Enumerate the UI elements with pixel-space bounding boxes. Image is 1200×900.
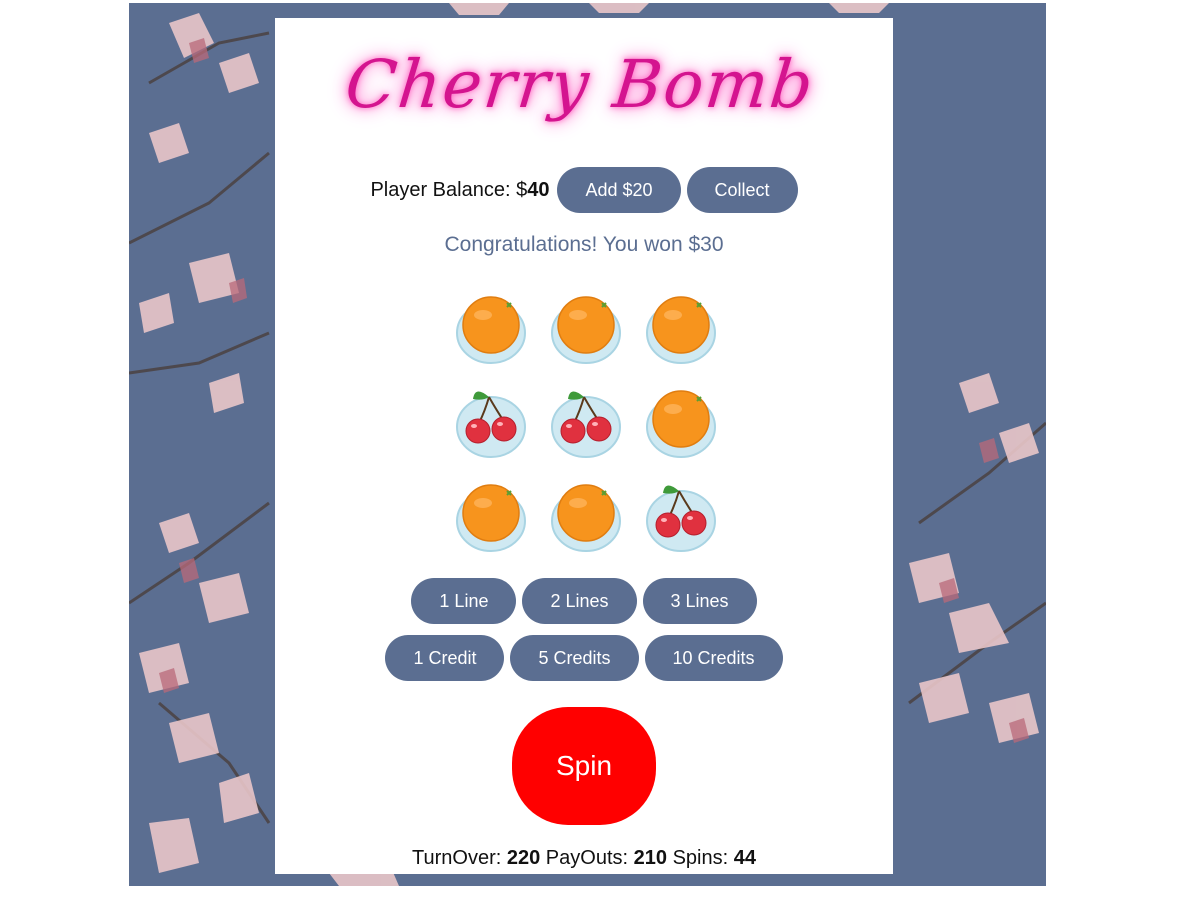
lines-1-button[interactable]: 1 Line (411, 578, 517, 624)
credits-selector: 1 Credit 5 Credits 10 Credits (275, 635, 893, 681)
orange-icon (445, 471, 537, 563)
orange-icon (635, 283, 727, 375)
spins-value: 44 (733, 847, 756, 869)
logo: Cherry Bomb (275, 46, 893, 156)
spin-button[interactable]: Spin (512, 707, 656, 825)
turnover-label: TurnOver: (412, 847, 502, 869)
player-balance-amount: 40 (527, 178, 550, 201)
collect-button[interactable]: Collect (686, 167, 798, 213)
cherry-icon (445, 377, 537, 469)
spins-label: Spins: (672, 847, 729, 869)
credits-5-button[interactable]: 5 Credits (510, 635, 639, 681)
game-panel: Cherry Bomb Player Balance: $40 Add $20 … (275, 18, 893, 874)
payouts-label: PayOuts: (545, 847, 629, 869)
add-20-button[interactable]: Add $20 (557, 167, 681, 213)
orange-icon (635, 377, 727, 469)
cherry-icon (635, 471, 727, 563)
player-balance-label: Player Balance: $ (370, 178, 528, 201)
orange-icon (445, 283, 537, 375)
turnover-value: 220 (506, 847, 541, 869)
lines-3-button[interactable]: 3 Lines (642, 578, 757, 624)
player-balance: Player Balance: $40 (370, 179, 549, 202)
stats-bar: TurnOver: 220 PayOuts: 210 Spins: 44 (275, 847, 893, 870)
credits-10-button[interactable]: 10 Credits (644, 635, 783, 681)
reel-grid (445, 283, 727, 568)
balance-row: Player Balance: $40 Add $20 Collect (275, 167, 893, 213)
credits-1-button[interactable]: 1 Credit (385, 635, 505, 681)
logo-text: Cherry Bomb (341, 46, 819, 123)
lines-selector: 1 Line 2 Lines 3 Lines (275, 578, 893, 624)
win-message: Congratulations! You won $30 (444, 233, 724, 256)
payouts-value: 210 (633, 847, 667, 869)
lines-2-button[interactable]: 2 Lines (522, 578, 637, 624)
cherry-icon (540, 377, 632, 469)
orange-icon (540, 471, 632, 563)
orange-icon (540, 283, 632, 375)
